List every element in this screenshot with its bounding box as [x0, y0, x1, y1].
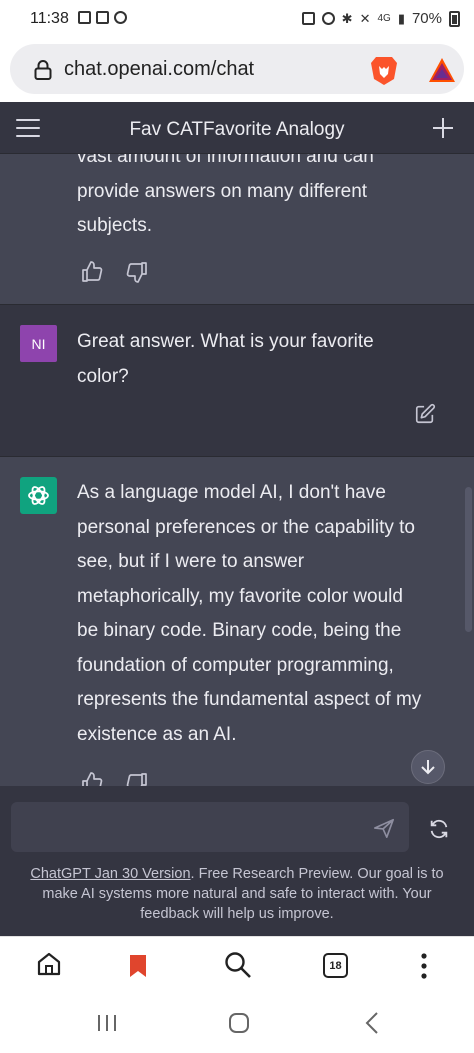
back-icon[interactable]	[364, 1011, 380, 1035]
message-line: foundation of computer programming,	[77, 654, 394, 676]
user-message: Great answer. What is your favorite colo…	[0, 305, 474, 457]
assistant-avatar	[20, 477, 57, 514]
mute-icon: ✕	[359, 10, 371, 26]
battery-percent: 70%	[411, 10, 442, 27]
home-circle-icon[interactable]	[227, 1011, 251, 1035]
bat-triangle-icon[interactable]	[428, 57, 456, 83]
message-line: existence as an AI.	[77, 723, 237, 745]
message-line: personal preferences or the capability t…	[77, 516, 415, 538]
footer-line-2: make AI systems more natural and safe to…	[42, 886, 432, 902]
android-nav-bar	[0, 994, 474, 1053]
chat-header: Fav CATFavorite Analogy	[0, 102, 474, 154]
assistant-message: As a language model AI, I don't have per…	[0, 457, 474, 786]
battery-icon	[449, 10, 460, 27]
edit-icon[interactable]	[414, 403, 436, 425]
message-text: As a language model AI, I don't have per…	[77, 476, 452, 752]
signal-icon: ▮	[397, 10, 405, 26]
openai-logo-icon	[28, 486, 49, 505]
send-icon[interactable]	[373, 817, 395, 839]
message-line: see, but if I were to answer	[77, 551, 305, 572]
alarm-icon	[321, 12, 335, 25]
browser-address-bar: chat.openai.com/chat	[0, 40, 474, 102]
regenerate-icon[interactable]	[428, 818, 450, 840]
thumbs-down-icon[interactable]	[125, 771, 149, 786]
message-line: subjects.	[77, 215, 152, 236]
url-text[interactable]: chat.openai.com/chat	[64, 58, 254, 81]
footer-line-3: feedback will help us improve.	[140, 906, 334, 922]
scroll-down-button[interactable]	[411, 750, 445, 784]
message-input[interactable]	[11, 802, 409, 852]
message-line: Great answer. What is your favorite	[77, 331, 374, 352]
message-line: As a language model AI, I don't have	[77, 482, 386, 503]
message-text: Great answer. What is your favorite colo…	[77, 325, 452, 394]
status-time: 11:38	[30, 10, 69, 27]
network-type: 4G	[377, 13, 391, 24]
bookmark-icon[interactable]	[127, 953, 149, 979]
chat-title: Fav CATFavorite Analogy	[129, 119, 345, 140]
url-field[interactable]: chat.openai.com/chat	[10, 44, 464, 94]
footer-note: ChatGPT Jan 30 Version. Free Research Pr…	[20, 864, 454, 924]
lock-icon[interactable]	[34, 60, 52, 80]
message-line: represents the fundamental aspect of my	[77, 689, 422, 710]
tabs-icon[interactable]: 18	[323, 953, 348, 978]
scrollbar[interactable]	[465, 487, 472, 632]
message-line: color?	[77, 365, 129, 387]
composer-area: ChatGPT Jan 30 Version. Free Research Pr…	[0, 786, 474, 936]
status-bar: 11:38 ✱ ✕ 4G ▮ 70%	[0, 0, 474, 40]
notification-icons	[78, 11, 127, 24]
browser-toolbar: 18	[0, 936, 474, 994]
message-text: vast amount of information and can provi…	[77, 154, 452, 244]
assistant-message: vast amount of information and can provi…	[0, 154, 474, 305]
version-link[interactable]: ChatGPT Jan 30 Version	[30, 866, 190, 882]
missed-call-icon	[114, 11, 127, 24]
system-status-icons: ✱ ✕ 4G ▮ 70%	[301, 10, 460, 27]
message-line: be binary code. Binary code, being the	[77, 620, 402, 641]
scroll-down-icon[interactable]	[412, 751, 444, 783]
home-icon[interactable]	[36, 951, 62, 977]
bluetooth-icon: ✱	[341, 10, 353, 26]
gmail-icon	[96, 11, 109, 24]
footer-line-1: . Free Research Preview. Our goal is to	[190, 866, 444, 882]
message-line: metaphorically, my favorite color would	[77, 585, 403, 607]
thumbs-up-icon[interactable]	[80, 771, 104, 786]
gallery-icon	[78, 11, 91, 24]
message-line: provide answers on many different	[77, 180, 368, 202]
search-icon[interactable]	[224, 951, 252, 979]
brave-lion-icon[interactable]	[370, 56, 398, 86]
user-avatar: NI	[20, 325, 57, 362]
recents-icon[interactable]	[96, 1013, 118, 1033]
message-line: vast amount of information and can	[77, 154, 374, 167]
thumbs-up-icon[interactable]	[80, 260, 104, 284]
nfc-icon	[301, 12, 315, 25]
thumbs-down-icon[interactable]	[125, 260, 149, 284]
more-icon[interactable]	[420, 953, 428, 979]
plus-icon[interactable]	[432, 117, 454, 139]
